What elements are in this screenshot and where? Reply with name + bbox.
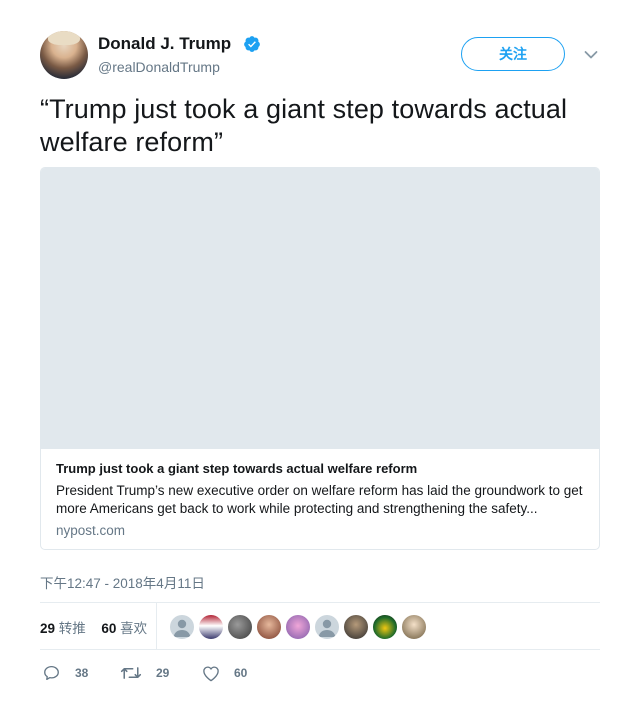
likes-count[interactable]: 60: [101, 621, 116, 636]
divider: [40, 602, 600, 603]
reply-icon: [44, 665, 59, 681]
liker-avatar[interactable]: [343, 614, 369, 640]
card-image-placeholder: [41, 168, 599, 449]
chevron-down-icon[interactable]: [584, 50, 598, 60]
link-card[interactable]: Trump just took a giant step towards act…: [40, 167, 600, 550]
card-domain: nypost.com: [56, 523, 126, 538]
engagement-stats: 29 转推 60 喜欢: [40, 617, 147, 637]
retweet-count: 29: [156, 666, 170, 680]
liker-avatar[interactable]: [401, 614, 427, 640]
retweet-button[interactable]: 29: [120, 663, 169, 683]
divider: [40, 649, 600, 650]
reply-count: 38: [75, 666, 89, 680]
reply-button[interactable]: 38: [42, 663, 88, 683]
author-name[interactable]: Donald J. Trump: [98, 34, 231, 54]
heart-icon: [203, 665, 219, 681]
liker-avatar[interactable]: [198, 614, 224, 640]
retweets-label[interactable]: 转推: [59, 621, 86, 636]
retweets-count[interactable]: 29: [40, 621, 55, 636]
follow-button[interactable]: 关注: [461, 37, 565, 71]
author-handle[interactable]: @realDonaldTrump: [98, 59, 220, 75]
stats-separator: [156, 603, 157, 649]
like-count: 60: [234, 666, 248, 680]
likes-label[interactable]: 喜欢: [120, 621, 147, 636]
author-avatar[interactable]: [40, 31, 88, 79]
liker-avatar[interactable]: [227, 614, 253, 640]
liker-avatar[interactable]: [314, 614, 340, 640]
card-title[interactable]: Trump just took a giant step towards act…: [56, 461, 417, 476]
like-button[interactable]: 60: [202, 663, 247, 683]
liker-avatar[interactable]: [372, 614, 398, 640]
liker-avatar[interactable]: [285, 614, 311, 640]
tweet-timestamp[interactable]: 下午12:47 - 2018年4月11日: [40, 572, 205, 592]
card-description: President Trump’s new executive order on…: [56, 483, 583, 516]
tweet-text: “Trump just took a giant step towards ac…: [40, 94, 568, 157]
verified-badge-icon: [244, 36, 260, 52]
liker-avatar[interactable]: [256, 614, 282, 640]
liker-avatar[interactable]: [169, 614, 195, 640]
retweet-icon: [120, 667, 142, 679]
